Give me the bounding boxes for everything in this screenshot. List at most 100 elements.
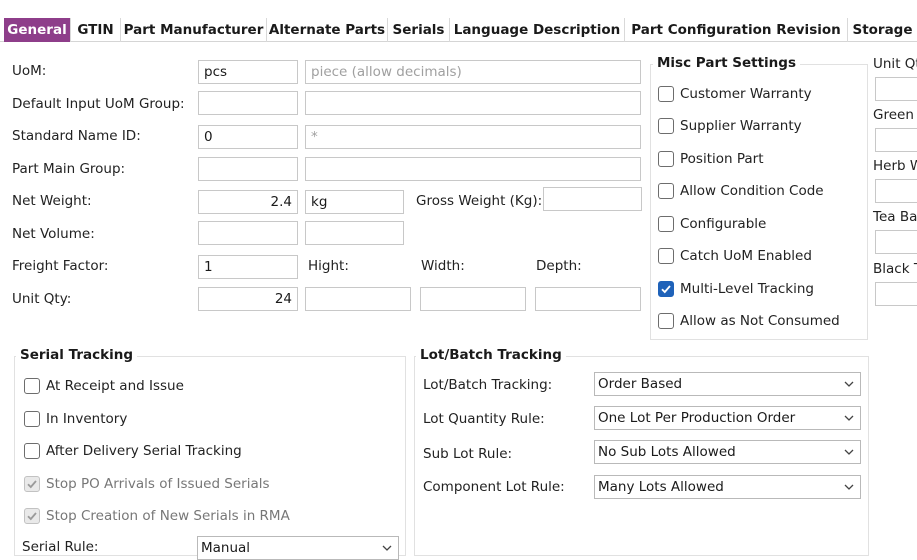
uom-label: UoM: <box>12 63 47 79</box>
chevron-down-icon <box>844 484 854 490</box>
black-tea-field[interactable] <box>875 282 917 306</box>
multi-level-tracking-checkbox[interactable] <box>658 281 674 297</box>
lot-batch-tracking-label: Lot/Batch Tracking: <box>423 377 553 393</box>
position-part-label: Position Part <box>680 151 764 167</box>
unit-qty-label: Unit Qty: <box>12 291 72 307</box>
stop-creation-new-serials-label: Stop Creation of New Serials in RMA <box>46 508 290 524</box>
herb-label: Herb W <box>873 158 917 174</box>
checkmark-icon <box>661 285 671 294</box>
gross-weight-label: Gross Weight (Kg): <box>416 193 543 209</box>
black-tea-label: Black Te <box>873 261 917 277</box>
checkmark-icon <box>27 480 37 489</box>
tab-bar: General GTIN Part Manufacturer Alternate… <box>0 18 917 42</box>
tab-part-configuration-revision[interactable]: Part Configuration Revision <box>625 18 848 42</box>
standard-name-field[interactable]: 0 <box>198 125 298 149</box>
lot-quantity-rule-value: One Lot Per Production Order <box>598 410 796 426</box>
lot-batch-tracking-select[interactable]: Order Based <box>594 372 861 396</box>
net-volume-unit-field[interactable] <box>305 221 404 245</box>
tab-alternate-parts[interactable]: Alternate Parts <box>267 18 388 42</box>
customer-warranty-checkbox[interactable] <box>658 86 674 102</box>
chevron-down-icon <box>844 449 854 455</box>
serial-rule-select[interactable]: Manual <box>197 536 399 560</box>
chevron-down-icon <box>844 415 854 421</box>
allow-as-not-consumed-label: Allow as Not Consumed <box>680 313 840 329</box>
serial-rule-value: Manual <box>201 540 251 556</box>
component-lot-rule-select[interactable]: Many Lots Allowed <box>594 475 861 499</box>
uom-description-field[interactable]: piece (allow decimals) <box>305 60 641 84</box>
multi-level-tracking-label: Multi-Level Tracking <box>680 281 814 297</box>
width-field[interactable] <box>420 287 526 311</box>
herb-field[interactable] <box>875 179 917 203</box>
sub-lot-rule-select[interactable]: No Sub Lots Allowed <box>594 440 861 464</box>
sub-lot-rule-value: No Sub Lots Allowed <box>598 444 736 460</box>
default-uom-group-label: Default Input UoM Group: <box>12 96 185 112</box>
at-receipt-and-issue-label: At Receipt and Issue <box>46 378 184 394</box>
after-delivery-serial-tracking-checkbox[interactable] <box>24 443 40 459</box>
at-receipt-and-issue-checkbox[interactable] <box>24 378 40 394</box>
misc-part-settings-title: Misc Part Settings <box>653 55 800 71</box>
default-uom-group-description[interactable] <box>305 91 641 115</box>
tab-part-manufacturer[interactable]: Part Manufacturer <box>121 18 267 42</box>
allow-condition-code-label: Allow Condition Code <box>680 183 824 199</box>
configurable-label: Configurable <box>680 216 767 232</box>
unit-qty-field[interactable]: 24 <box>198 287 298 311</box>
right-unit-qty-label: Unit Qt <box>873 56 917 72</box>
configurable-checkbox[interactable] <box>658 216 674 232</box>
depth-label: Depth: <box>536 258 582 274</box>
supplier-warranty-checkbox[interactable] <box>658 118 674 134</box>
supplier-warranty-label: Supplier Warranty <box>680 118 802 134</box>
depth-field[interactable] <box>535 287 641 311</box>
tab-gtin[interactable]: GTIN <box>71 18 121 42</box>
lot-batch-tracking-value: Order Based <box>598 376 683 392</box>
allow-as-not-consumed-checkbox[interactable] <box>658 313 674 329</box>
tab-language-description[interactable]: Language Description <box>450 18 625 42</box>
width-label: Width: <box>421 258 465 274</box>
tab-serials[interactable]: Serials <box>388 18 450 42</box>
in-inventory-checkbox[interactable] <box>24 411 40 427</box>
green-tea-label: Green T <box>873 107 917 123</box>
part-main-group-field[interactable] <box>198 157 298 181</box>
lot-quantity-rule-select[interactable]: One Lot Per Production Order <box>594 406 861 430</box>
gross-weight-field[interactable] <box>543 187 642 211</box>
chevron-down-icon <box>382 545 392 551</box>
serial-rule-label: Serial Rule: <box>22 539 99 555</box>
catch-uom-enabled-checkbox[interactable] <box>658 248 674 264</box>
default-uom-group-field[interactable] <box>198 91 298 115</box>
sub-lot-rule-label: Sub Lot Rule: <box>423 446 513 462</box>
stop-po-arrivals-label: Stop PO Arrivals of Issued Serials <box>46 476 270 492</box>
lot-batch-tracking-title: Lot/Batch Tracking <box>416 347 566 363</box>
allow-condition-code-checkbox[interactable] <box>658 183 674 199</box>
checkmark-icon <box>27 512 37 521</box>
catch-uom-enabled-label: Catch UoM Enabled <box>680 248 812 264</box>
net-volume-label: Net Volume: <box>12 226 95 242</box>
stop-po-arrivals-checkbox[interactable] <box>24 476 40 492</box>
chevron-down-icon <box>844 381 854 387</box>
tea-bag-label: Tea Bag <box>873 209 917 225</box>
customer-warranty-label: Customer Warranty <box>680 86 812 102</box>
after-delivery-serial-tracking-label: After Delivery Serial Tracking <box>46 443 242 459</box>
standard-name-description[interactable]: * <box>305 125 641 149</box>
lot-quantity-rule-label: Lot Quantity Rule: <box>423 411 545 427</box>
green-tea-field[interactable] <box>875 128 917 152</box>
component-lot-rule-label: Component Lot Rule: <box>423 479 565 495</box>
serial-tracking-title: Serial Tracking <box>16 347 137 363</box>
stop-creation-new-serials-checkbox[interactable] <box>24 508 40 524</box>
right-unit-qty-field[interactable] <box>875 77 917 101</box>
freight-factor-field[interactable]: 1 <box>198 255 298 279</box>
standard-name-label: Standard Name ID: <box>12 128 141 144</box>
net-weight-field[interactable]: 2.4 <box>198 190 298 214</box>
component-lot-rule-value: Many Lots Allowed <box>598 479 724 495</box>
position-part-checkbox[interactable] <box>658 151 674 167</box>
tea-bag-field[interactable] <box>875 230 917 254</box>
net-volume-field[interactable] <box>198 221 298 245</box>
part-main-group-label: Part Main Group: <box>12 161 126 177</box>
tab-storage[interactable]: Storage <box>848 18 917 42</box>
uom-field[interactable]: pcs <box>198 60 298 84</box>
net-weight-unit-field[interactable]: kg <box>305 190 404 214</box>
part-main-group-description[interactable] <box>305 157 641 181</box>
freight-factor-label: Freight Factor: <box>12 258 109 274</box>
net-weight-label: Net Weight: <box>12 193 92 209</box>
in-inventory-label: In Inventory <box>46 411 128 427</box>
tab-general[interactable]: General <box>4 18 71 42</box>
height-field[interactable] <box>305 287 411 311</box>
